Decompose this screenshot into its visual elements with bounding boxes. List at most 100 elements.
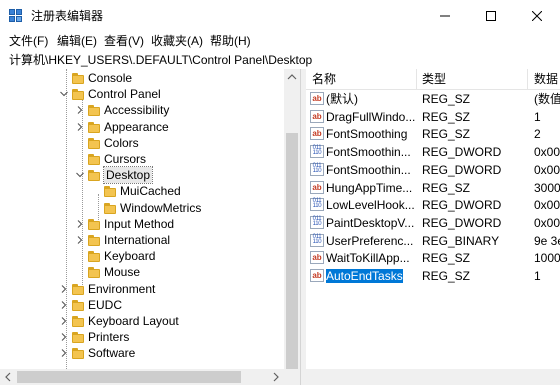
scroll-up-icon[interactable] — [284, 69, 300, 85]
scroll-right-icon[interactable] — [268, 369, 284, 385]
tree-item-label: Accessibility — [104, 103, 170, 118]
value-type: REG_SZ — [422, 92, 471, 106]
menu-bar: 文件(F) 编辑(E) 查看(V) 收藏夹(A) 帮助(H) — [0, 31, 560, 51]
close-button[interactable] — [514, 0, 560, 31]
column-divider[interactable] — [527, 69, 528, 89]
value-type: REG_SZ — [422, 180, 471, 195]
binary-value-icon: 011 110 — [310, 162, 324, 176]
folder-icon — [88, 154, 100, 165]
tree-item[interactable]: Control Panel — [0, 86, 284, 102]
chevron-right-icon[interactable] — [60, 333, 68, 342]
tree-hscroll-thumb[interactable] — [17, 371, 241, 383]
value-type: REG_DWORD — [422, 198, 502, 213]
chevron-right-icon[interactable] — [76, 219, 84, 228]
tree-item[interactable]: Console — [0, 70, 284, 86]
key-tree: Console Control Panel Accessibility Appeara… — [0, 69, 301, 385]
value-name: UserPreferenc... — [326, 233, 414, 248]
tree-item[interactable]: Printers — [0, 329, 284, 345]
column-divider[interactable] — [416, 69, 417, 89]
value-name: (默认) — [326, 92, 358, 106]
value-data: 1 — [534, 109, 541, 124]
address-path: 计算机\HKEY_USERS\.DEFAULT\Control Panel\De… — [9, 53, 313, 67]
tree-scroll-thumb[interactable] — [286, 133, 298, 369]
chevron-right-icon[interactable] — [60, 317, 68, 325]
registry-editor-icon — [9, 9, 22, 22]
scroll-left-icon[interactable] — [0, 369, 16, 385]
value-row[interactable]: 011 110UserPreferenc... REG_BINARY 9e 3e — [306, 232, 560, 250]
tree-item[interactable]: Cursors — [0, 151, 284, 167]
menu-favorites[interactable]: 收藏夹(A) — [149, 33, 205, 49]
tree-item[interactable]: EUDC — [0, 297, 284, 313]
tree-item[interactable]: International — [0, 232, 284, 248]
tree-item[interactable]: Environment — [0, 281, 284, 297]
value-name: DragFullWindo... — [326, 109, 416, 124]
tree-item-label: Keyboard — [104, 249, 156, 264]
chevron-down-icon[interactable] — [76, 171, 84, 179]
chevron-right-icon[interactable] — [60, 300, 68, 309]
value-row[interactable]: ab HungAppTime... REG_SZ 3000 — [306, 179, 560, 197]
chevron-right-icon[interactable] — [76, 106, 84, 115]
value-row[interactable]: ab FontSmoothing REG_SZ 2 — [306, 125, 560, 143]
chevron-right-icon[interactable] — [76, 236, 84, 244]
value-name: FontSmoothin... — [326, 145, 411, 160]
value-row[interactable]: 011 110 FontSmoothin... REG_DWORD 0x00 — [306, 143, 560, 161]
chevron-down-icon[interactable] — [60, 90, 68, 98]
chevron-right-icon[interactable] — [60, 349, 68, 358]
tree-item[interactable]: MuiCached — [0, 183, 284, 199]
tree-item[interactable]: Desktop — [0, 166, 284, 185]
folder-icon — [72, 332, 84, 344]
value-row[interactable]: 011 110 LowLevelHook... REG_DWORD 0x00 — [306, 196, 560, 214]
tree-item[interactable]: Mouse — [0, 264, 284, 280]
tree-item[interactable]: Accessibility — [0, 102, 284, 118]
list-header: 名称 类型 数据 — [306, 69, 560, 90]
tree-horizontal-scrollbar[interactable] — [0, 369, 300, 385]
value-type: REG_DWORD — [422, 162, 502, 177]
value-data: 0x00 — [534, 162, 560, 177]
tree-item[interactable]: Keyboard — [0, 248, 284, 264]
value-type: REG_SZ — [422, 109, 471, 124]
value-name: LowLevelHook... — [326, 198, 415, 213]
string-value-icon: ab — [310, 251, 324, 265]
tree-item-label: Control Panel — [88, 87, 161, 102]
menu-view[interactable]: 查看(V) — [102, 33, 146, 49]
binary-value-icon: 011 110 — [310, 198, 324, 212]
tree-item[interactable]: Appearance — [0, 119, 284, 135]
tree-item-label: MuiCached — [120, 184, 181, 199]
tree-item[interactable]: Input Method — [0, 216, 284, 232]
tree-item-label: Desktop — [102, 166, 154, 185]
value-data: (数值 — [534, 92, 560, 106]
folder-icon — [88, 218, 100, 230]
tree-item-label: Keyboard Layout — [88, 314, 179, 328]
menu-edit[interactable]: 编辑(E) — [55, 33, 99, 49]
value-data: 3000 — [534, 180, 560, 195]
tree-item[interactable]: WindowMetrics — [0, 200, 284, 216]
value-row[interactable]: ab DragFullWindo... REG_SZ 1 — [306, 108, 560, 126]
tree-vertical-scrollbar[interactable] — [284, 69, 300, 369]
folder-icon — [88, 121, 100, 133]
column-type-header[interactable]: 类型 — [422, 72, 446, 86]
value-row[interactable]: 011 110 FontSmoothin... REG_DWORD 0x00 — [306, 161, 560, 179]
binary-value-icon: 011 110 — [310, 145, 324, 159]
folder-icon — [88, 235, 100, 246]
value-row[interactable]: ab WaitToKillApp... REG_SZ 1000 — [306, 249, 560, 267]
main-area: Console Control Panel Accessibility Appeara… — [0, 69, 560, 385]
tree-item-label: Console — [88, 71, 133, 85]
chevron-right-icon[interactable] — [60, 284, 68, 293]
column-data-header[interactable]: 数据 — [534, 72, 558, 86]
menu-help[interactable]: 帮助(H) — [208, 33, 253, 49]
tree-item[interactable]: Keyboard Layout — [0, 313, 284, 329]
value-row[interactable]: ab AutoEndTasks REG_SZ 1 — [306, 267, 560, 285]
chevron-right-icon[interactable] — [76, 122, 84, 131]
tree-item[interactable]: Colors — [0, 135, 284, 151]
tree-item[interactable]: Software — [0, 345, 284, 361]
list-horizontal-scrollbar[interactable] — [306, 369, 560, 385]
minimize-button[interactable] — [422, 0, 468, 31]
column-name-header[interactable]: 名称 — [312, 72, 336, 86]
menu-file[interactable]: 文件(F) — [7, 33, 50, 49]
value-row[interactable]: 011 110 PaintDesktopV... REG_DWORD 0x00 — [306, 214, 560, 232]
tree-item-label: Software — [88, 346, 136, 361]
address-bar[interactable]: 计算机\HKEY_USERS\.DEFAULT\Control Panel\De… — [0, 51, 560, 70]
value-row[interactable]: ab (默认) REG_SZ (数值 — [306, 90, 560, 108]
window-title: 注册表编辑器 — [31, 9, 104, 23]
maximize-button[interactable] — [468, 0, 514, 31]
